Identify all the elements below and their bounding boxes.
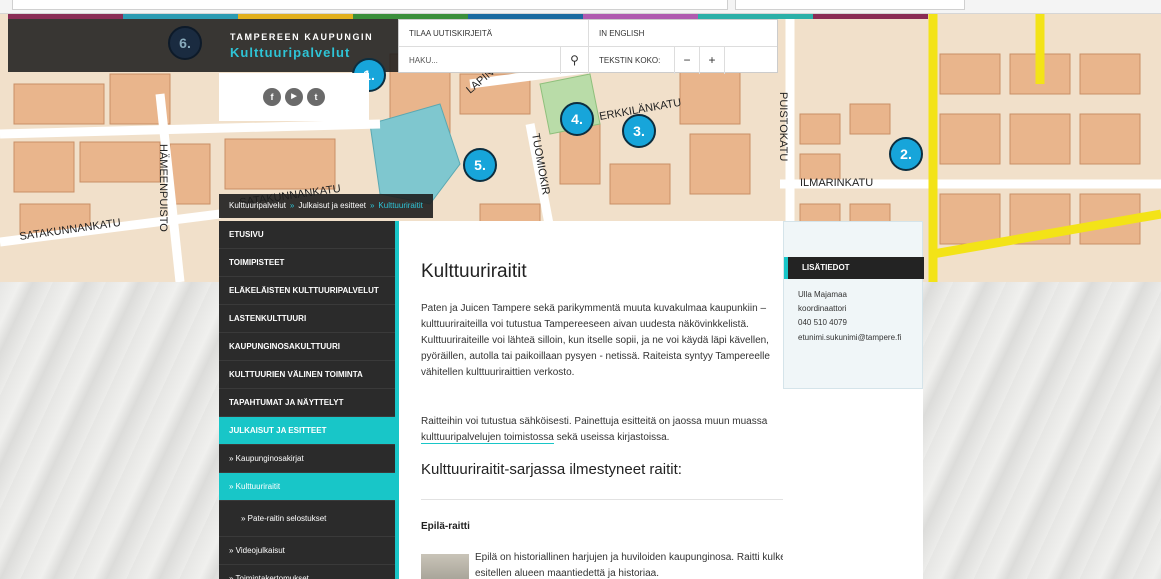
contact-phone: 040 510 4079 — [798, 318, 847, 327]
header-color-segment — [238, 14, 353, 19]
main-content: Kulttuuriraitit Paten ja Juicen Tampere … — [399, 221, 901, 579]
availability-text: Raitteihin voi tutustua sähköisesti. Pai… — [421, 416, 768, 427]
intro-paragraph: Paten ja Juicen Tampere sekä parikymment… — [421, 303, 770, 378]
contact-name: Ulla Majamaa — [798, 290, 847, 299]
nav-item-kaupunginosakulttuuri[interactable]: KAUPUNGINOSAKULTTUURI — [219, 333, 395, 361]
breadcrumb-item[interactable]: Kulttuuripalvelut — [229, 201, 286, 210]
map-pin-2[interactable]: 2. — [889, 137, 923, 171]
search-icon: ⚲ — [570, 53, 579, 67]
utility-row-top: TILAA UUTISKIRJEITÄ IN ENGLISH — [399, 20, 777, 47]
nav-subitem-toimintakertomukset[interactable]: » Toimintakertomukset — [219, 565, 395, 579]
map-pin-5[interactable]: 5. — [463, 148, 497, 182]
search-button[interactable]: ⚲ — [561, 47, 589, 74]
epila-heading[interactable]: Epilä-raitti — [421, 521, 470, 532]
page-title: Kulttuuriraitit — [421, 261, 527, 282]
nav-item-elakelaisten[interactable]: ELÄKELÄISTEN KULTTUURIPALVELUT — [219, 277, 395, 305]
contact-role: koordinaattori — [798, 304, 847, 313]
site-brand[interactable]: TAMPEREEN KAUPUNGIN Kulttuuripalvelut — [8, 18, 398, 72]
text-size-increase-button[interactable]: + — [700, 47, 725, 74]
text-size-decrease-button[interactable]: − — [675, 47, 700, 74]
header-color-segment — [8, 14, 123, 19]
utility-row-bottom: HAKU... ⚲ TEKSTIN KOKO: − + — [399, 47, 777, 74]
nav-subitem-pate-raitin[interactable]: » Pate-raitin selostukset — [219, 501, 395, 537]
nav-item-julkaisut[interactable]: JULKAISUT JA ESITTEET — [219, 417, 395, 445]
twitter-icon[interactable]: t — [307, 88, 325, 106]
nav-item-etusivu[interactable]: ETUSIVU — [219, 221, 395, 249]
browser-search-field[interactable] — [735, 0, 965, 10]
brand-title: Kulttuuripalvelut — [230, 45, 351, 60]
nav-item-lastenkulttuuri[interactable]: LASTENKULTTUURI — [219, 305, 395, 333]
availability-text-end: sekä useissa kirjastoissa. — [553, 432, 670, 443]
header-color-segment — [353, 14, 468, 19]
newsletter-link[interactable]: TILAA UUTISKIRJEITÄ — [399, 20, 589, 47]
nav-subitem-videojulkaisut[interactable]: » Videojulkaisut — [219, 537, 395, 565]
header-color-segment — [698, 14, 813, 19]
brand-city: TAMPEREEN KAUPUNGIN — [230, 32, 374, 42]
map-pin-3[interactable]: 3. — [622, 114, 656, 148]
breadcrumb: Kulttuuripalvelut» Julkaisut ja esitteet»… — [219, 194, 433, 218]
sidebar-nav: ETUSIVU TOIMIPISTEET ELÄKELÄISTEN KULTTU… — [219, 221, 395, 579]
social-links: f ▶ t — [219, 73, 369, 121]
nav-item-tapahtumat[interactable]: TAPAHTUMAT JA NÄYTTELYT — [219, 389, 395, 417]
nav-subitem-kaupunginosakirjat[interactable]: » Kaupunginosakirjat — [219, 445, 395, 473]
info-box: LISÄTIEDOT Ulla Majamaa koordinaattori 0… — [783, 221, 924, 389]
nav-subitem-kulttuuriraitit[interactable]: » Kulttuuriraitit — [219, 473, 395, 501]
nav-item-kulttuurien-valinen[interactable]: KULTTUURIEN VÄLINEN TOIMINTA — [219, 361, 395, 389]
header-color-segment — [583, 14, 698, 19]
youtube-icon[interactable]: ▶ — [285, 88, 303, 106]
utility-bar: TILAA UUTISKIRJEITÄ IN ENGLISH HAKU... ⚲… — [398, 19, 778, 74]
map-street-label: ILMARINKATU — [800, 177, 873, 189]
header-color-segment — [468, 14, 583, 19]
breadcrumb-separator: » — [289, 201, 295, 210]
facebook-icon[interactable]: f — [263, 88, 281, 106]
search-input[interactable]: HAKU... — [399, 47, 561, 74]
map-pin-4[interactable]: 4. — [560, 102, 594, 136]
header-color-segment — [123, 14, 238, 19]
breadcrumb-item[interactable]: Julkaisut ja esitteet — [298, 201, 366, 210]
browser-toolbar — [0, 0, 1161, 14]
availability-paragraph: Raitteihin voi tutustua sähköisesti. Pai… — [421, 414, 771, 446]
epila-thumbnail[interactable] — [421, 554, 469, 579]
text-size-label: TEKSTIN KOKO: — [589, 47, 675, 74]
browser-address-field[interactable] — [12, 0, 728, 10]
info-heading: LISÄTIEDOT — [784, 257, 924, 279]
series-heading: Kulttuuriraitit-sarjassa ilmestyneet rai… — [421, 461, 682, 478]
office-link[interactable]: kulttuuripalvelujen toimistossa — [421, 432, 554, 444]
header-color-segment — [813, 14, 928, 19]
breadcrumb-separator: » — [369, 201, 375, 210]
english-link[interactable]: IN ENGLISH — [589, 20, 779, 47]
map-street-label: PUISTOKATU — [777, 92, 789, 161]
nav-item-toimipisteet[interactable]: TOIMIPISTEET — [219, 249, 395, 277]
map-street-label: HÄMEENPUISTO — [157, 144, 169, 232]
contact-email[interactable]: etunimi.sukunimi@tampere.fi — [798, 333, 901, 342]
breadcrumb-current: Kulttuuriraitit — [378, 201, 423, 210]
map-pin-6[interactable]: 6. — [168, 26, 202, 60]
